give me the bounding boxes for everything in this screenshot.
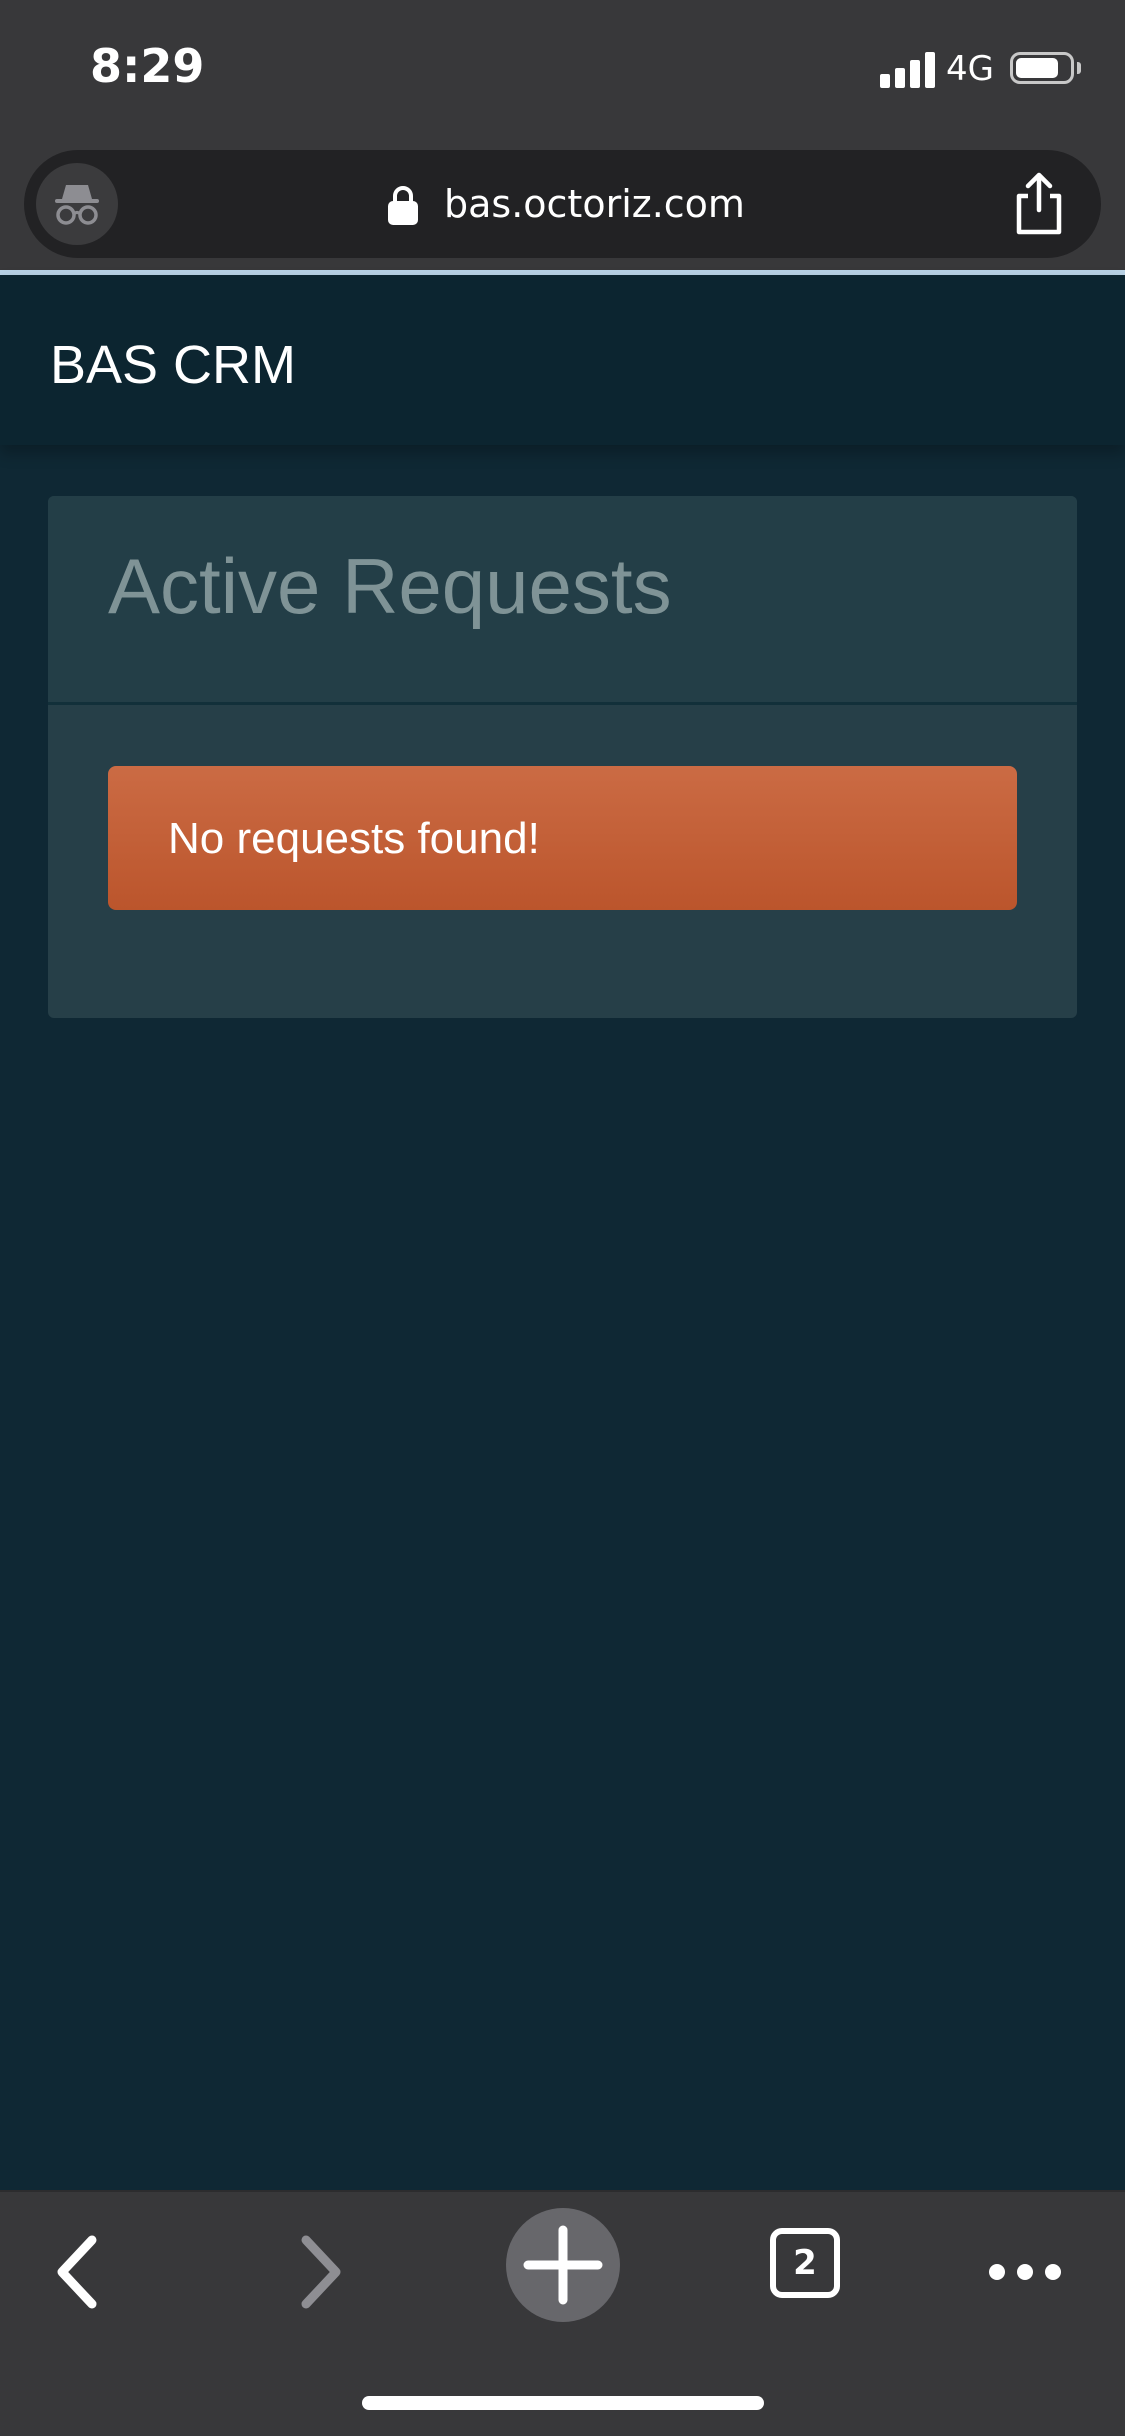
brand-logo[interactable]: BAS CRM bbox=[50, 330, 296, 400]
status-bar: 8:29 4G bbox=[0, 0, 1125, 140]
home-indicator[interactable] bbox=[362, 2396, 764, 2410]
forward-icon[interactable] bbox=[268, 2222, 368, 2322]
share-icon[interactable] bbox=[1004, 170, 1074, 240]
new-tab-icon bbox=[523, 2225, 603, 2305]
url-text[interactable]: bas.octoriz.com bbox=[444, 178, 745, 230]
lock-icon bbox=[388, 186, 418, 225]
address-bar[interactable]: bas.octoriz.com bbox=[24, 150, 1101, 258]
active-requests-card: Active Requests No requests found! bbox=[48, 496, 1077, 1018]
new-tab-button[interactable] bbox=[506, 2208, 620, 2322]
battery-icon bbox=[1010, 52, 1074, 84]
card-header: Active Requests bbox=[48, 496, 1077, 705]
tab-switcher-icon[interactable]: 2 bbox=[770, 2228, 840, 2298]
navbar: BAS CRM bbox=[0, 275, 1125, 445]
alert-message: No requests found! bbox=[168, 814, 540, 863]
signal-strength-icon bbox=[880, 50, 936, 88]
battery-tip bbox=[1077, 62, 1081, 74]
back-icon[interactable] bbox=[30, 2222, 130, 2322]
empty-state-alert: No requests found! bbox=[108, 766, 1017, 910]
browser-address-area: bas.octoriz.com bbox=[0, 140, 1125, 270]
battery-level bbox=[1016, 58, 1058, 78]
incognito-button[interactable] bbox=[36, 163, 118, 245]
more-icon[interactable] bbox=[975, 2222, 1075, 2322]
page-title: Active Requests bbox=[108, 542, 672, 630]
status-time: 8:29 bbox=[90, 39, 205, 93]
incognito-icon bbox=[55, 185, 99, 225]
network-type: 4G bbox=[946, 49, 994, 89]
